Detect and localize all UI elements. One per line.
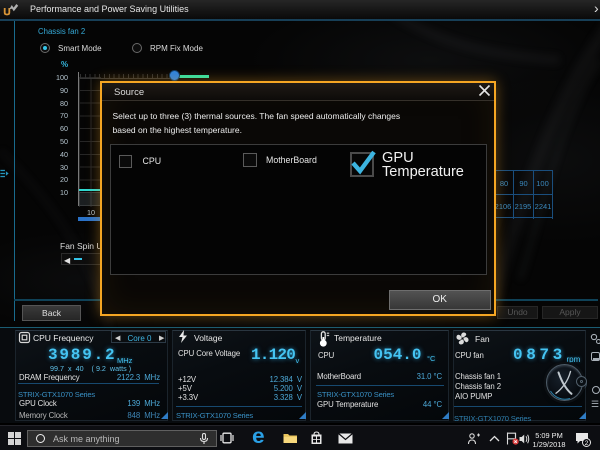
svg-text:2: 2 xyxy=(585,440,589,447)
